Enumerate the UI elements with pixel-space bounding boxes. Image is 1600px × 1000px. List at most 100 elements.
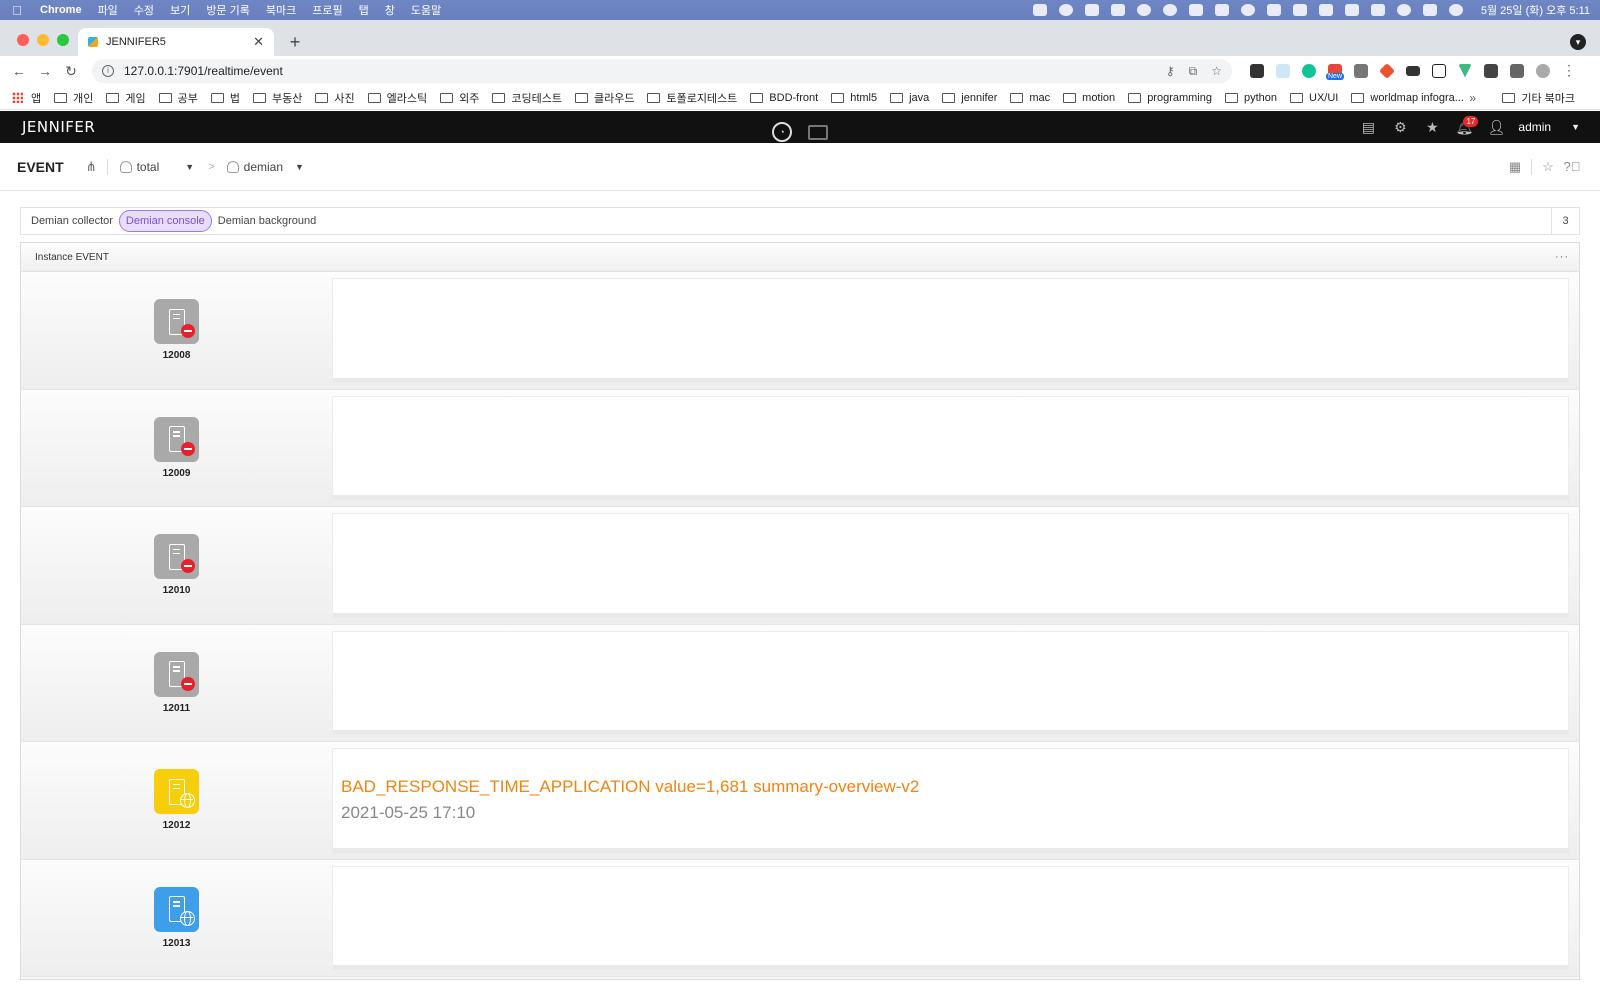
user-menu-caret-icon[interactable]: ▼ [1571, 122, 1580, 132]
video-icon[interactable] [1406, 65, 1420, 76]
bookmark-folder[interactable]: motion [1063, 92, 1115, 104]
cloud-upload-icon[interactable] [1214, 4, 1229, 16]
bluetooth-icon[interactable] [1318, 4, 1333, 16]
status-app-icon[interactable] [1136, 4, 1151, 16]
extension-icon[interactable] [1250, 63, 1264, 78]
chevron-down-icon[interactable]: ▼ [185, 162, 194, 172]
git-icon[interactable] [1379, 62, 1395, 79]
vue-devtools-icon[interactable] [1458, 63, 1472, 78]
more-options-icon[interactable]: ··· [1555, 251, 1569, 263]
key-icon[interactable]: ⚷ [1166, 64, 1175, 79]
bookmarks-overflow-button[interactable]: » [1469, 91, 1476, 105]
bookmark-folder[interactable]: java [890, 92, 929, 104]
close-window-button[interactable] [17, 34, 29, 46]
forward-arrow-icon[interactable]: → [32, 63, 58, 79]
extension-icon[interactable] [1354, 63, 1368, 78]
topology-icon[interactable]: ⋔ [86, 159, 97, 175]
siri-icon[interactable] [1448, 4, 1463, 16]
event-cell[interactable]: BAD_RESPONSE_TIME_APPLICATION value=1,68… [332, 748, 1569, 853]
instance-cell[interactable]: 12013 [21, 860, 332, 977]
docker-icon[interactable] [1084, 4, 1099, 16]
reload-icon[interactable]: ↻ [58, 63, 84, 80]
status-app-icon[interactable] [1032, 4, 1047, 16]
event-message[interactable]: BAD_RESPONSE_TIME_APPLICATION value=1,68… [341, 777, 1560, 797]
breadcrumb-domain[interactable]: total ▼ [108, 160, 194, 174]
bookmark-folder[interactable]: 법 [210, 90, 240, 106]
app-menu-chrome[interactable]: Chrome [40, 4, 82, 16]
puzzle-extensions-icon[interactable] [1510, 63, 1524, 78]
bookmark-folder[interactable]: BDD-front [750, 92, 818, 104]
gear-icon[interactable]: ⚙ [1384, 119, 1416, 136]
status-app-icon[interactable] [1110, 4, 1125, 16]
dashboard-clock-icon[interactable]: ◔ [772, 122, 792, 142]
control-center-icon[interactable] [1422, 4, 1437, 16]
favorite-star-icon[interactable]: ★ [1416, 119, 1448, 136]
new-tab-button[interactable]: + [284, 32, 306, 54]
report-icon[interactable]: ▤ [1352, 119, 1384, 136]
apple-icon[interactable]:  [10, 3, 24, 18]
menu-bar-clock[interactable]: 5월 25일 (화) 오후 5:11 [1481, 2, 1590, 18]
user-name[interactable]: admin [1518, 120, 1551, 134]
bookmark-apps[interactable]: 앱 [12, 90, 41, 106]
bookmark-star-icon[interactable]: ☆ [1536, 159, 1560, 175]
extension-new-icon[interactable]: New [1326, 63, 1345, 80]
bookmark-folder[interactable]: programming [1128, 92, 1212, 104]
chevron-down-icon[interactable]: ▼ [295, 162, 304, 172]
bookmark-folder[interactable]: 개인 [54, 90, 93, 106]
address-bar[interactable]: i 127.0.0.1:7901/realtime/event ⚷ ⧉ ☆ [92, 59, 1232, 83]
filter-tab-demian-background[interactable]: Demian background [212, 211, 322, 231]
menu-profile[interactable]: 프로필 [312, 2, 342, 18]
bookmark-folder[interactable]: 코딩테스트 [492, 90, 562, 106]
analysis-panel-icon[interactable] [808, 124, 828, 140]
menu-file[interactable]: 파일 [98, 2, 118, 18]
bookmark-folder[interactable]: worldmap infogra... [1351, 92, 1464, 104]
layout-grid-icon[interactable]: ▦ [1503, 159, 1527, 175]
filter-tab-demian-console[interactable]: Demian console [118, 210, 212, 232]
play-icon[interactable] [1240, 4, 1255, 16]
minimize-window-button[interactable] [37, 34, 49, 46]
instance-cell[interactable]: 12010 [21, 507, 332, 624]
bookmark-folder[interactable]: 부동산 [253, 90, 302, 106]
bookmark-folder[interactable]: UX/UI [1290, 92, 1338, 104]
notion-icon[interactable] [1432, 63, 1446, 78]
status-app-icon[interactable] [1058, 4, 1073, 16]
menu-bookmarks[interactable]: 북마크 [266, 2, 296, 18]
instance-cell[interactable]: 12012 [21, 742, 332, 859]
menu-help[interactable]: 도움말 [411, 2, 441, 18]
grammarly-icon[interactable] [1302, 63, 1316, 78]
spotlight-search-icon[interactable] [1396, 4, 1411, 16]
chrome-menu-icon[interactable]: ⋮ [1562, 62, 1576, 79]
bookmark-folder[interactable]: 사진 [315, 90, 355, 106]
bookmark-folder[interactable]: 공부 [158, 90, 198, 106]
instance-cell[interactable]: 12011 [21, 625, 332, 742]
translate-icon[interactable]: ⧉ [1189, 64, 1198, 79]
wifi-icon[interactable] [1370, 4, 1385, 16]
bell-icon[interactable]: 🔔︎ 17 [1448, 115, 1480, 136]
tab-close-icon[interactable]: ✕ [253, 34, 264, 50]
menu-window[interactable]: 창 [385, 2, 395, 18]
bookmark-folder[interactable]: jennifer [942, 92, 997, 104]
bookmark-star-icon[interactable]: ☆ [1211, 64, 1222, 79]
jennifer-logo[interactable]: JENNIFER [22, 118, 95, 136]
other-bookmarks-folder[interactable]: 기타 북마크 [1502, 90, 1575, 106]
bookmark-folder[interactable]: 토폴로지테스트 [647, 90, 737, 106]
status-app-icon[interactable] [1162, 4, 1177, 16]
instance-cell[interactable]: 12009 [21, 390, 332, 507]
breadcrumb-group[interactable]: demian ▼ [215, 160, 304, 174]
zoom-window-button[interactable] [57, 34, 69, 46]
input-source-icon[interactable] [1292, 4, 1307, 16]
back-arrow-icon[interactable]: ← [6, 63, 32, 79]
filter-tab-demian-collector[interactable]: Demian collector [25, 211, 119, 231]
browser-tab-jennifer[interactable]: JENNIFER5 ✕ [78, 28, 274, 56]
volume-icon[interactable] [1266, 4, 1281, 16]
profile-avatar-icon[interactable] [1536, 63, 1550, 78]
url-text[interactable]: 127.0.0.1:7901/realtime/event [124, 64, 283, 78]
bookmark-folder[interactable]: 외주 [440, 90, 479, 106]
bookmark-folder[interactable]: 게임 [106, 90, 146, 106]
bookmark-folder[interactable]: python [1225, 92, 1277, 104]
help-icon[interactable]: ?⃝ [1560, 159, 1584, 174]
user-icon[interactable]: 👤︎ [1480, 119, 1512, 136]
battery-icon[interactable] [1344, 4, 1359, 16]
bookmark-folder[interactable]: 엘라스틱 [367, 90, 427, 106]
bookmark-folder[interactable]: html5 [831, 92, 877, 104]
